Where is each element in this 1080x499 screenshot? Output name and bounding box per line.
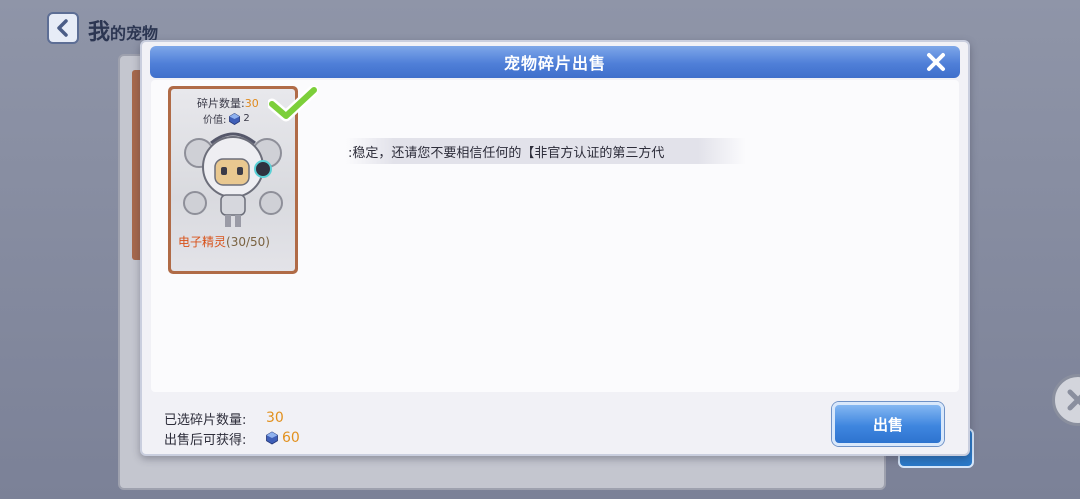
close-icon (927, 53, 945, 71)
earnings-label: 出售后可获得: (164, 432, 247, 448)
notice-text: :稳定，还请您不要相信任何的【非官方认证的第三方代 (348, 145, 665, 161)
background-close-icon (1052, 374, 1080, 426)
selected-count-label: 已选碎片数量: (164, 412, 247, 428)
dialog-title: 宠物碎片出售 (503, 54, 606, 73)
fragment-list: 碎片数量:30 价值: 2 电子精灵(30/50):稳定，还请您不要相信任何的… (151, 80, 959, 392)
sell-fragments-dialog: 宠物碎片出售 碎片数量:30 价值: 2 电子精灵(30/50):稳定，还请您… (140, 40, 970, 456)
selected-check-icon (268, 86, 318, 122)
back-button[interactable] (47, 12, 79, 44)
fragment-count: 碎片数量:30 (197, 97, 259, 110)
sell-button[interactable]: 出售 (832, 402, 944, 446)
selected-count-row: 已选碎片数量: 30 (164, 408, 300, 428)
pet-name: 电子精灵(30/50) (178, 235, 270, 249)
gem-icon (266, 431, 278, 445)
chevron-left-icon (57, 19, 68, 37)
selected-count-value: 30 (266, 410, 284, 426)
earnings-row: 出售后可获得: 60 (164, 428, 300, 448)
notice-marquee: :稳定，还请您不要相信任何的【非官方认证的第三方代 (346, 138, 746, 164)
sell-summary: 已选碎片数量: 30 出售后可获得: 60 (164, 408, 300, 448)
dialog-header: 宠物碎片出售 (150, 46, 960, 78)
earnings-value: 60 (282, 430, 300, 446)
close-button[interactable] (922, 48, 950, 76)
robot-pet-image (183, 132, 283, 227)
